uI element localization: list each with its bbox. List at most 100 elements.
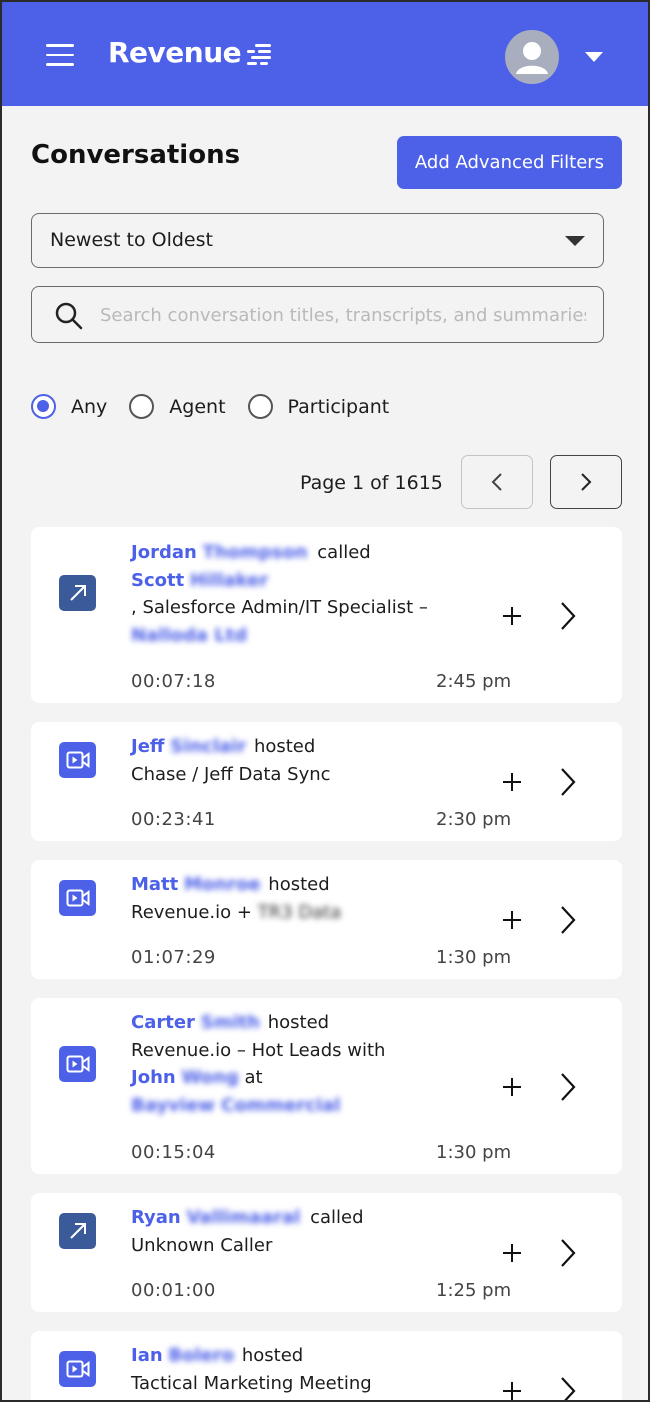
radio-agent-label: Agent: [169, 395, 226, 418]
plus-icon[interactable]: [501, 1380, 523, 1402]
host-name[interactable]: Ian: [131, 1345, 163, 1366]
call-duration: 00:07:18: [131, 671, 216, 692]
user-avatar[interactable]: [505, 30, 559, 84]
host-name[interactable]: Carter: [131, 1012, 195, 1033]
radio-any-indicator[interactable]: [31, 394, 56, 419]
plus-icon[interactable]: [501, 1076, 523, 1098]
dropdown-arrow-icon: [565, 236, 585, 246]
chevron-right-icon[interactable]: [559, 1376, 577, 1402]
pagination-status: Page 1 of 1615: [300, 472, 443, 494]
conversation-card[interactable]: Ryan Vallimaaral called Unknown Caller 0…: [31, 1193, 622, 1312]
conversation-card[interactable]: Matt Monroe hosted Revenue.io + TR3 Data…: [31, 860, 622, 979]
logo-text: Revenue: [108, 36, 242, 69]
conversation-card[interactable]: Jeff Sinclair hosted Chase / Jeff Data S…: [31, 722, 622, 841]
host-name[interactable]: Matt: [131, 874, 178, 895]
chevron-right-icon: [581, 473, 592, 491]
chevron-right-icon[interactable]: [559, 905, 577, 935]
call-duration: 00:15:04: [131, 1142, 216, 1163]
host-name-redacted: Sinclair: [170, 736, 247, 757]
outgoing-call-icon: [59, 1213, 96, 1249]
host-name-redacted: Vallimaaral: [186, 1207, 301, 1228]
plus-icon[interactable]: [501, 909, 523, 931]
action-verb: called: [310, 1207, 364, 1228]
chevron-right-icon[interactable]: [559, 1072, 577, 1102]
radio-participant-indicator[interactable]: [247, 394, 273, 419]
call-duration: 00:23:41: [131, 809, 216, 830]
radio-agent-indicator[interactable]: [129, 394, 155, 419]
call-time: 1:25 pm: [436, 1280, 512, 1301]
host-name[interactable]: Ryan: [131, 1207, 181, 1228]
conversation-summary: Ian Bolero hosted Tactical Marketing Mee…: [131, 1342, 471, 1397]
chevron-right-icon[interactable]: [559, 1238, 577, 1268]
host-name-redacted: Smith: [200, 1012, 260, 1033]
host-name-redacted: Bolero: [168, 1345, 235, 1366]
attendee-suffix: at: [244, 1067, 263, 1088]
plus-icon[interactable]: [501, 605, 523, 627]
radio-any-label: Any: [71, 395, 108, 418]
plus-icon[interactable]: [501, 1242, 523, 1264]
conversation-summary: Matt Monroe hosted Revenue.io + TR3 Data: [131, 871, 471, 926]
radio-participant[interactable]: Participant: [247, 394, 389, 419]
video-meeting-icon: [59, 742, 96, 778]
conversation-card[interactable]: Jordan Thompson called Scott Hillaker , …: [31, 527, 622, 703]
user-icon: [516, 42, 548, 74]
attendee-name[interactable]: John: [131, 1067, 176, 1088]
account-menu-caret-icon[interactable]: [585, 52, 603, 62]
meeting-title: Chase / Jeff Data Sync: [131, 763, 331, 785]
previous-page-button[interactable]: [461, 455, 533, 509]
search-box: [31, 286, 604, 343]
meeting-title-redacted: TR3 Data: [257, 901, 342, 923]
meeting-title: Revenue.io – Hot Leads with: [131, 1039, 386, 1061]
outgoing-call-icon: [59, 575, 96, 611]
plus-icon[interactable]: [501, 771, 523, 793]
chevron-right-icon[interactable]: [559, 601, 577, 631]
meeting-title: Revenue.io +: [131, 901, 252, 923]
radio-agent[interactable]: Agent: [129, 394, 226, 419]
chevron-left-icon: [491, 473, 502, 491]
sort-order-value: Newest to Oldest: [50, 229, 213, 251]
video-meeting-icon: [59, 1046, 96, 1082]
company-name-redacted: Bayview Commercial: [131, 1094, 341, 1116]
sort-order-select[interactable]: Newest to Oldest: [31, 213, 604, 268]
hamburger-icon[interactable]: [46, 44, 74, 68]
attendee-name-redacted: Wong: [181, 1067, 239, 1088]
call-time: 2:30 pm: [436, 809, 512, 830]
top-navigation-bar: Revenue: [2, 0, 648, 106]
call-time: 1:30 pm: [436, 1142, 512, 1163]
role-filter-radio-group: Any Agent Participant: [31, 394, 411, 419]
radio-any[interactable]: Any: [31, 394, 107, 419]
video-meeting-icon: [59, 1351, 96, 1387]
action-verb: hosted: [253, 736, 316, 757]
next-page-button[interactable]: [550, 455, 622, 509]
chevron-right-icon[interactable]: [559, 767, 577, 797]
search-icon: [55, 302, 83, 330]
call-duration: 01:07:29: [131, 947, 216, 968]
contact-label: Unknown Caller: [131, 1234, 273, 1256]
call-time: 2:45 pm: [436, 671, 512, 692]
host-name[interactable]: Jeff: [131, 736, 165, 757]
host-name-redacted: Monroe: [184, 874, 261, 895]
action-verb: called: [317, 542, 371, 563]
action-verb: hosted: [241, 1345, 304, 1366]
company-name-redacted: Nalloda Ltd: [131, 624, 248, 646]
search-input[interactable]: [100, 297, 586, 333]
brand-logo[interactable]: Revenue: [108, 36, 273, 69]
meeting-title: Tactical Marketing Meeting: [131, 1372, 372, 1394]
conversation-summary: Carter Smith hosted Revenue.io – Hot Lea…: [131, 1009, 471, 1119]
page-title: Conversations: [31, 140, 241, 170]
video-meeting-icon: [59, 880, 96, 916]
conversation-card[interactable]: Ian Bolero hosted Tactical Marketing Mee…: [31, 1331, 622, 1402]
host-name-redacted: Thompson: [202, 542, 308, 563]
host-name[interactable]: Jordan: [131, 542, 197, 563]
action-verb: hosted: [267, 1012, 330, 1033]
conversation-card[interactable]: Carter Smith hosted Revenue.io – Hot Lea…: [31, 998, 622, 1174]
contact-name-redacted: Hillaker: [189, 569, 269, 591]
conversation-summary: Jeff Sinclair hosted Chase / Jeff Data S…: [131, 733, 471, 788]
contact-role: , Salesforce Admin/IT Specialist –: [131, 597, 428, 618]
action-verb: hosted: [268, 874, 330, 895]
contact-name[interactable]: Scott: [131, 570, 184, 591]
add-advanced-filters-button[interactable]: Add Advanced Filters: [397, 136, 622, 189]
logo-mark-icon: [247, 42, 273, 65]
conversation-summary: Jordan Thompson called Scott Hillaker , …: [131, 539, 471, 649]
conversation-summary: Ryan Vallimaaral called Unknown Caller: [131, 1204, 471, 1259]
